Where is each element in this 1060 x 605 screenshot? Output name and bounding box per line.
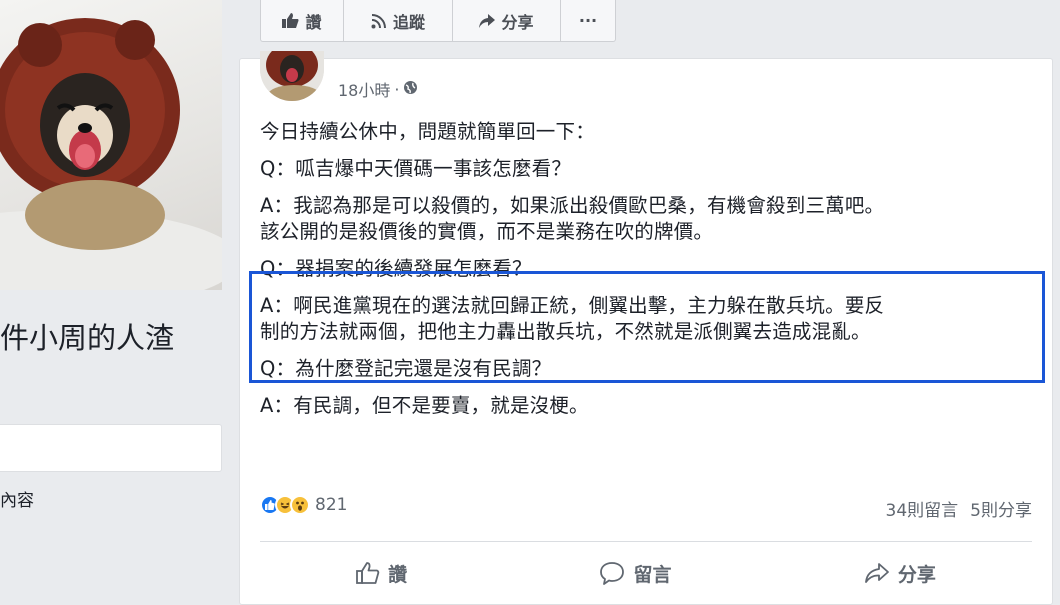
post-line: 今日持續公休中，問題就簡單回一下：: [260, 120, 595, 143]
page-avatar[interactable]: [260, 51, 324, 101]
thumbs-up-icon: [282, 13, 299, 28]
post-text: 今日持續公休中，問題就簡單回一下： Q：呱吉爆中天價碼一事該怎麼看？ A：我認為…: [260, 119, 1050, 419]
thumbs-up-outline-icon: [356, 562, 380, 584]
share-outline-icon: [864, 562, 890, 584]
share-page-button[interactable]: 分享: [453, 0, 561, 41]
post-line: 制的方法就兩個，把他主力轟出散兵坑，不然就是派側翼去造成混亂。: [260, 320, 871, 343]
comment-button[interactable]: 留言: [599, 560, 672, 587]
post-action-row: 讚 留言 分享: [260, 551, 1032, 595]
share-post-label: 分享: [897, 563, 936, 586]
globe-icon: [403, 80, 418, 99]
like-post-button[interactable]: 讚: [356, 560, 407, 587]
post-line: 該公開的是殺價後的實價，而不是業務在吹的牌價。: [260, 220, 714, 243]
post-line: A：我認為那是可以殺價的，如果派出殺價歐巴桑，有機會殺到三萬吧。: [260, 194, 885, 217]
post-time-text: 18小時: [338, 81, 391, 100]
post-line: A：有民調，但不是要賣，就是沒梗。: [260, 394, 589, 417]
page-sidebar: 件小周的人渣 內容: [0, 0, 222, 596]
follow-label: 追蹤: [392, 12, 425, 32]
reaction-count: 821: [315, 495, 348, 515]
divider: [260, 541, 1032, 542]
like-post-label: 讚: [388, 563, 408, 586]
page-name[interactable]: 件小周的人渣: [0, 318, 222, 358]
more-icon: ···: [578, 11, 598, 30]
share-page-label: 分享: [501, 12, 534, 32]
page-action-bar: 讚 追蹤 分享 ···: [260, 0, 616, 42]
follow-button[interactable]: 追蹤: [344, 0, 453, 41]
sidebar-link[interactable]: 內容: [0, 486, 34, 511]
post-line: A：啊民進黨現在的選法就回歸正統，側翼出擊，主力躲在散兵坑。要反: [260, 294, 885, 317]
post-line: Q：器捐案的後續發展怎麼看？: [260, 257, 532, 280]
profile-cover-photo[interactable]: [0, 0, 222, 290]
post-line: Q：為什麼登記完還是沒有民調？: [260, 357, 552, 380]
rss-icon: [371, 13, 387, 29]
post-stats: 34則留言 5則分享: [886, 496, 1032, 521]
comment-bubble-icon: [599, 561, 625, 585]
like-page-button[interactable]: 讚: [261, 0, 344, 41]
post-timestamp[interactable]: 18小時 ·: [338, 77, 418, 101]
like-page-label: 讚: [305, 12, 322, 32]
wow-reaction-icon: [290, 495, 310, 515]
reaction-summary[interactable]: 821: [260, 495, 347, 515]
share-arrow-icon: [479, 13, 496, 28]
share-post-button[interactable]: 分享: [864, 560, 936, 587]
post-time-separator: ·: [394, 79, 400, 99]
comment-count-link[interactable]: 34則留言: [886, 496, 959, 521]
post-line: Q：呱吉爆中天價碼一事該怎麼看？: [260, 157, 572, 180]
sidebar-search-box[interactable]: [0, 424, 222, 472]
comment-label: 留言: [633, 563, 672, 586]
more-options-button[interactable]: ···: [561, 0, 615, 41]
post-card: 18小時 · 今日持續公休中，問題就簡單回一下： Q：呱吉爆中天價碼一事該怎麼看…: [239, 51, 1053, 605]
share-count-link[interactable]: 5則分享: [970, 496, 1032, 521]
